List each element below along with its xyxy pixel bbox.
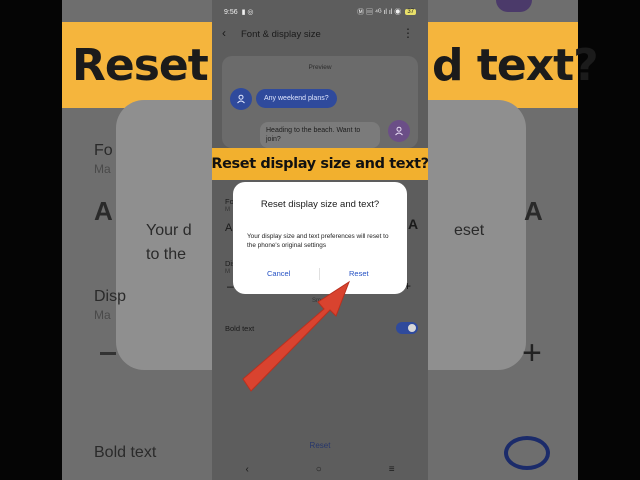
preview-card: Preview Any weekend plans? Heading to th… xyxy=(222,56,418,148)
display-size-sub: M xyxy=(225,269,230,275)
status-time: 9:56 xyxy=(224,8,238,16)
contact-icon-glyph xyxy=(395,126,403,136)
background-bold-label: Bold text xyxy=(94,444,157,461)
bold-text-toggle[interactable] xyxy=(396,322,418,334)
background-your-text: Your d xyxy=(146,222,192,239)
banner-text: Reset display size and text? xyxy=(211,156,429,172)
background-minus xyxy=(100,352,116,355)
more-options-icon[interactable]: ⋮ xyxy=(402,26,414,40)
dialog-divider xyxy=(319,268,320,280)
person-icon-glyph xyxy=(237,94,245,104)
font-sample-small: A xyxy=(225,222,233,234)
font-size-sub: M xyxy=(225,207,230,213)
nav-back-icon[interactable]: ‹ xyxy=(245,464,248,475)
status-left: 9:56 ▮ ◎ xyxy=(224,8,254,17)
background-toggle xyxy=(504,436,550,470)
reset-dialog: Reset display size and text? Your displa… xyxy=(233,182,407,294)
background-font-size-sub: Ma xyxy=(94,162,111,176)
contact-avatar-icon xyxy=(388,120,410,142)
title-banner: Reset display size and text? xyxy=(211,148,429,180)
display-size-value: Small xyxy=(312,298,328,304)
status-right: Ⓜ ▤ ⁴ᴳ ıl ıl ◉ 37 xyxy=(357,7,416,17)
background-banner-right-text: d text? xyxy=(432,40,599,91)
background-reset-text: eset xyxy=(454,222,485,239)
battery-icon: 37 xyxy=(405,9,416,15)
status-notification-icons: ▮ ◎ xyxy=(241,9,254,16)
person-icon xyxy=(230,88,252,110)
preview-label: Preview xyxy=(308,64,332,71)
font-sample-large: A xyxy=(408,216,419,232)
cancel-button[interactable]: Cancel xyxy=(267,269,290,278)
bold-text-label: Bold text xyxy=(225,324,255,333)
background-display-label: Disp xyxy=(94,288,127,305)
background-display-sub: Ma xyxy=(94,308,111,322)
background-font-size-label: Fo xyxy=(94,142,113,159)
nav-menu-icon[interactable]: ≡ xyxy=(389,464,395,475)
background-edge-left xyxy=(0,0,62,480)
background-avatar xyxy=(496,0,532,12)
background-banner-left-text: Reset xyxy=(72,40,209,91)
background-big-a-right: A xyxy=(524,196,543,226)
background-plus-icon: + xyxy=(522,334,542,372)
back-arrow-icon[interactable]: ‹ xyxy=(222,26,226,40)
signal-icon: Ⓜ ▤ ⁴ᴳ ıl ıl ◉ xyxy=(357,9,402,16)
sent-message-bubble: Any weekend plans? xyxy=(256,89,337,108)
background-big-a: A xyxy=(94,196,113,226)
nav-bar: ‹ ○ ≡ xyxy=(212,462,428,476)
app-bar: ‹ Font & display size ⋮ xyxy=(212,26,428,44)
dialog-body: Your display size and text preferences w… xyxy=(247,233,389,249)
status-bar: 9:56 ▮ ◎ Ⓜ ▤ ⁴ᴳ ıl ıl ◉ 37 xyxy=(224,6,416,18)
page-title: Font & display size xyxy=(241,29,321,40)
nav-home-icon[interactable]: ○ xyxy=(316,464,322,475)
reset-button[interactable]: Reset xyxy=(349,269,369,278)
dialog-title: Reset display size and text? xyxy=(260,199,380,210)
received-message-bubble: Heading to the beach. Want to join? xyxy=(260,122,380,148)
toggle-knob xyxy=(407,323,417,333)
background-to-text: to the xyxy=(146,246,187,263)
reset-settings-link[interactable]: Reset xyxy=(212,441,428,450)
